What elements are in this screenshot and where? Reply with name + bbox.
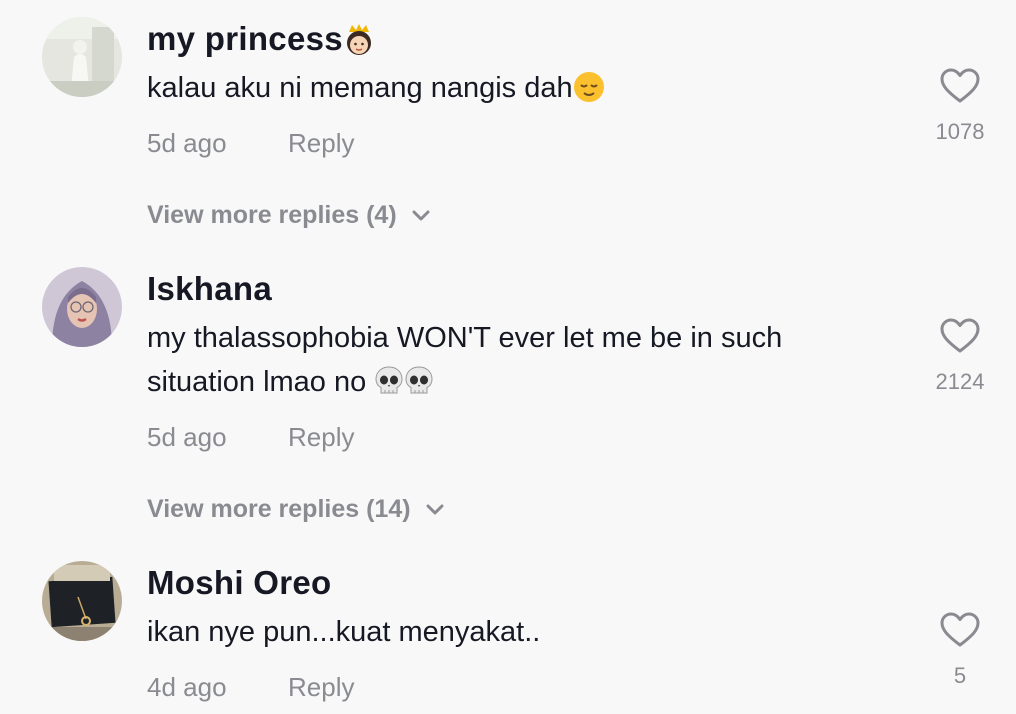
like-count: 1078: [935, 119, 985, 144]
comment-text: kalau aku ni memang nangis dah: [147, 66, 867, 116]
view-more-replies-button[interactable]: View more replies (14): [147, 495, 445, 524]
chevron-down-icon: [425, 495, 445, 524]
comment-age: 4d ago: [147, 672, 227, 702]
username-text: my princess: [147, 20, 343, 57]
comment-age: 5d ago: [147, 128, 227, 158]
heart-outline-icon[interactable]: [940, 68, 980, 104]
like-count: 5: [953, 663, 967, 688]
heart-outline-icon[interactable]: [940, 612, 980, 648]
reply-button[interactable]: Reply: [288, 128, 354, 159]
reply-button[interactable]: Reply: [288, 672, 354, 703]
comment-text: my thalassophobia WON'T ever let me be i…: [147, 316, 867, 410]
comments-list: my princess kalau aku ni memang nangis d…: [0, 0, 1016, 714]
view-more-replies-label: View more replies (4): [147, 201, 397, 229]
username[interactable]: my princess: [147, 20, 375, 64]
view-more-replies-button[interactable]: View more replies (4): [147, 201, 431, 230]
princess-emoji-icon: [343, 22, 375, 64]
username[interactable]: Iskhana: [147, 270, 272, 308]
avatar[interactable]: [42, 267, 122, 347]
relieved-face-emoji-icon: [573, 71, 605, 116]
comment-age: 5d ago: [147, 422, 227, 452]
reply-button[interactable]: Reply: [288, 422, 354, 453]
like-count: 2124: [935, 369, 985, 394]
comment-text: ikan nye pun...kuat menyakat..: [147, 616, 541, 648]
chevron-down-icon: [411, 201, 431, 230]
avatar[interactable]: [42, 561, 122, 641]
avatar[interactable]: [42, 17, 122, 97]
heart-outline-icon[interactable]: [940, 318, 980, 354]
comment-text-body: kalau aku ni memang nangis dah: [147, 72, 573, 104]
username[interactable]: Moshi Oreo: [147, 564, 332, 602]
skull-emoji-icon: [404, 365, 434, 410]
skull-emoji-icon: [374, 365, 404, 410]
view-more-replies-label: View more replies (14): [147, 495, 411, 523]
comment-text-body: my thalassophobia WON'T ever let me be i…: [147, 322, 783, 398]
